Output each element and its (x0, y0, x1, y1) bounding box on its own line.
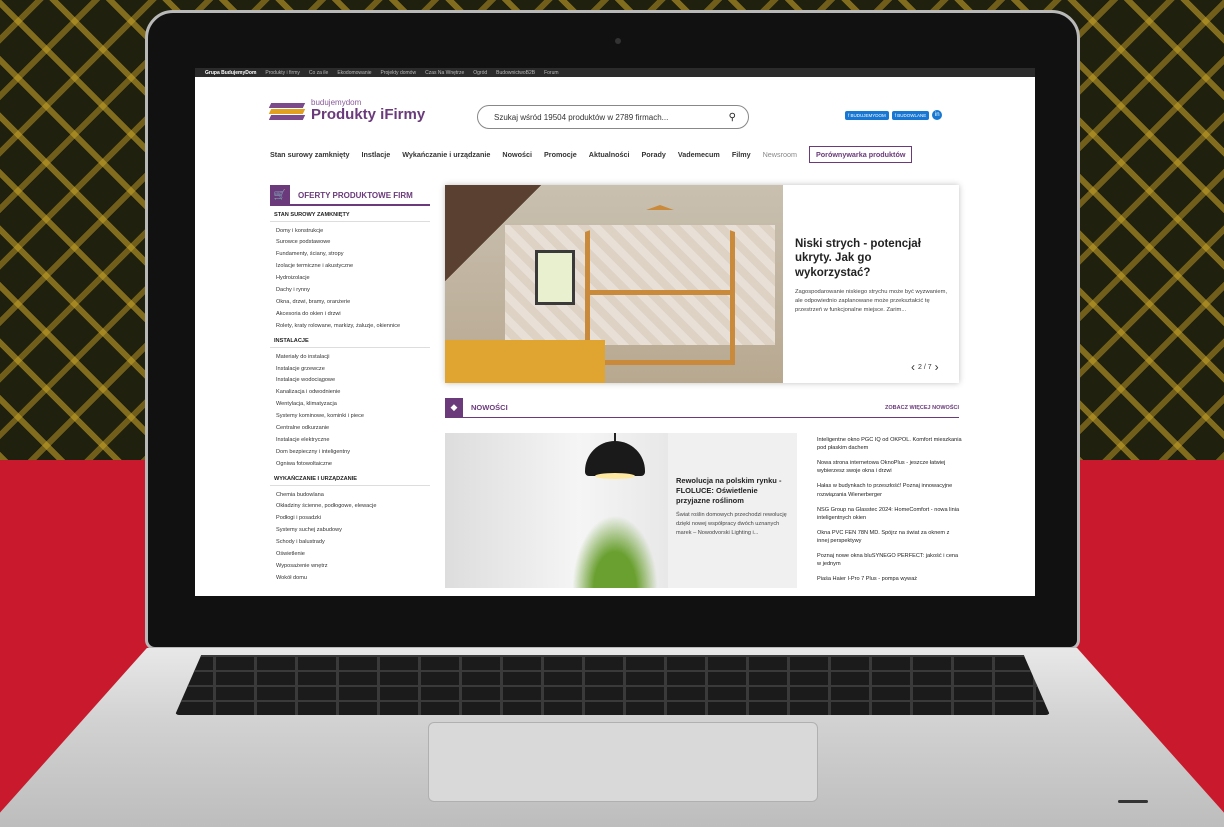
topbar-link[interactable]: Projekty domów (381, 70, 417, 76)
news-list-item[interactable]: NSG Group na Glasstec 2024: HomeComfort … (817, 506, 962, 522)
sidebar-item[interactable]: Kanalizacja i odwodnienie (270, 387, 430, 399)
sidebar-item[interactable]: Akcesoria do okien i drzwi (270, 308, 430, 320)
cart-icon: 🛒 (270, 185, 290, 205)
topbar-link[interactable]: Czas Na Wnętrze (425, 70, 464, 76)
sidebar-section-title[interactable]: WYKAŃCZANIE I URZĄDZANIE (270, 470, 430, 486)
site-header: budujemydom Produkty iFirmy Szukaj wśród… (195, 77, 1035, 129)
social-links: f BUDUJEMYDOM f BUDOWLANE in (845, 110, 943, 120)
sidebar-title: OFERTY PRODUKTOWE FIRM (298, 190, 413, 200)
search-input[interactable]: Szukaj wśród 19504 produktów w 2789 firm… (477, 105, 749, 129)
news-icon: ◆ (445, 397, 463, 418)
trackpad (428, 722, 818, 802)
news-list-item[interactable]: Poznaj nowe okna bluSYNEGO PERFECT: jako… (817, 552, 962, 568)
sidebar: 🛒 OFERTY PRODUKTOWE FIRM STAN SUROWY ZAM… (270, 185, 430, 584)
site-logo[interactable]: budujemydom Produkty iFirmy (268, 99, 426, 123)
logo-big-text: Produkty iFirmy (311, 106, 426, 123)
topbar-link[interactable]: Ogród (473, 70, 487, 76)
news-list-item[interactable]: Piaśa Haier I-Pro 7 Plus - pompa wyważ (817, 575, 962, 583)
keyboard (175, 655, 1050, 715)
webcam (615, 38, 621, 44)
sidebar-item[interactable]: Dom bezpieczny i inteligentny (270, 446, 430, 458)
news-list-item[interactable]: Nowa strona internetowa OknoPlus - jeszc… (817, 459, 962, 475)
main-nav: Stan surowy zamknięty Instlacje Wykańcza… (270, 146, 970, 163)
top-bar: Grupa BudujemyDom Produkty i firmy Co za… (195, 68, 1035, 77)
news-card-title[interactable]: Rewolucja na polskim rynku - FLOLUCE: Oś… (676, 476, 790, 505)
news-card[interactable]: Rewolucja na polskim rynku - FLOLUCE: Oś… (445, 433, 797, 588)
website-screen: Grupa BudujemyDom Produkty i firmy Co za… (195, 68, 1035, 596)
topbar-link[interactable]: Forum (544, 70, 558, 76)
laptop-notch (1118, 800, 1148, 803)
sidebar-item[interactable]: Podłogi i posadzki (270, 513, 430, 525)
logo-icon (268, 101, 306, 121)
sidebar-item[interactable]: Wokół domu (270, 572, 430, 584)
topbar-link[interactable]: Ekodomowanie (337, 70, 371, 76)
sidebar-item[interactable]: Okładziny ścienne, podłogowe, elewacje (270, 501, 430, 513)
featured-image[interactable] (445, 185, 783, 383)
news-list: Inteligentne okno PGC IQ od OKPOL. Komfo… (817, 436, 962, 590)
news-card-description: Świat roślin domowych przechodzi rewoluc… (676, 512, 787, 536)
nav-item[interactable]: Stan surowy zamknięty (270, 150, 350, 159)
topbar-link[interactable]: Produkty i firmy (265, 70, 299, 76)
news-list-item[interactable]: Okna PVC FEN 78N MD. Spójrz na świat za … (817, 529, 962, 545)
nav-item[interactable]: Promocje (544, 150, 577, 159)
sidebar-item[interactable]: Ogniwa fotowoltaiczne (270, 458, 430, 470)
news-list-item[interactable]: Inteligentne okno PGC IQ od OKPOL. Komfo… (817, 436, 962, 452)
nav-item[interactable]: Wykańczanie i urządzanie (402, 150, 490, 159)
sidebar-section-title[interactable]: STAN SUROWY ZAMKNIĘTY (270, 206, 430, 222)
topbar-link[interactable]: BudownictwoB2B (496, 70, 535, 76)
sidebar-item[interactable]: Hydroizolacje (270, 273, 430, 285)
sidebar-item[interactable]: Izolacje termiczne i akustyczne (270, 261, 430, 273)
nav-newsroom[interactable]: Newsroom (763, 150, 797, 159)
sidebar-item[interactable]: Instalacje grzewcze (270, 363, 430, 375)
news-image[interactable] (445, 433, 668, 588)
sidebar-item[interactable]: Centralne odkurzanie (270, 422, 430, 434)
sidebar-item[interactable]: Schody i balustrady (270, 536, 430, 548)
linkedin-icon[interactable]: in (932, 110, 943, 120)
sidebar-item[interactable]: Systemy suchej zabudowy (270, 525, 430, 537)
nav-item[interactable]: Nowości (502, 150, 532, 159)
sidebar-section-title[interactable]: INSTALACJE (270, 332, 430, 349)
sidebar-item[interactable]: Rolety, kraty rolowane, markizy, żaluzje… (270, 320, 430, 332)
search-placeholder: Szukaj wśród 19504 produktów w 2789 firm… (494, 112, 669, 122)
slide-counter: 2 / 7 (918, 363, 932, 371)
sidebar-item[interactable]: Materiały do instalacji (270, 351, 430, 363)
sidebar-item[interactable]: Instalacje elektryczne (270, 434, 430, 446)
nav-item[interactable]: Instlacje (362, 150, 391, 159)
featured-description: Zagospodarowanie niskiego strychu może b… (795, 289, 948, 314)
featured-article[interactable]: Niski strych - potencjał ukryty. Jak go … (445, 185, 959, 383)
sidebar-item[interactable]: Domy i konstrukcje (270, 225, 430, 237)
sidebar-item[interactable]: Okna, drzwi, bramy, oranżerie (270, 296, 430, 308)
facebook-button[interactable]: f BUDUJEMYDOM (845, 110, 889, 120)
sidebar-item[interactable]: Instalacje wodociągowe (270, 375, 430, 387)
featured-title[interactable]: Niski strych - potencjał ukryty. Jak go … (795, 237, 950, 280)
news-title: NOWOŚCI (471, 403, 508, 412)
compare-products-button[interactable]: Porównywarka produktów (808, 146, 913, 163)
search-icon[interactable]: ⚲ (729, 112, 736, 123)
nav-item[interactable]: Porady (642, 150, 666, 159)
sidebar-item[interactable]: Oświetlenie (270, 548, 430, 560)
prev-slide-icon[interactable]: ‹ (911, 360, 915, 374)
news-section-header: ◆ NOWOŚCI ZOBACZ WIĘCEJ NOWOŚCI (445, 397, 959, 418)
sidebar-item[interactable]: Fundamenty, ściany, stropy (270, 249, 430, 261)
sidebar-item[interactable]: Wentylacja, klimatyzacja (270, 399, 430, 411)
sidebar-item[interactable]: Surowce podstawowe (270, 237, 430, 249)
topbar-link[interactable]: Co za ile (309, 70, 328, 76)
nav-item[interactable]: Filmy (732, 150, 751, 159)
next-slide-icon[interactable]: › (935, 360, 939, 374)
sidebar-item[interactable]: Dachy i rynny (270, 284, 430, 296)
sidebar-item[interactable]: Systemy kominowe, kominki i piece (270, 410, 430, 422)
news-list-item[interactable]: Hałas w budynkach to przeszłość! Poznaj … (817, 482, 962, 498)
sidebar-item[interactable]: Wyposażenie wnętrz (270, 560, 430, 572)
slider-pager: ‹ 2 / 7 › (911, 360, 939, 374)
sidebar-item[interactable]: Chemia budowlana (270, 489, 430, 501)
nav-item[interactable]: Aktualności (589, 150, 630, 159)
sidebar-header: 🛒 OFERTY PRODUKTOWE FIRM (270, 185, 430, 206)
topbar-brand[interactable]: Grupa BudujemyDom (205, 70, 256, 76)
nav-item[interactable]: Vademecum (678, 150, 720, 159)
facebook-button[interactable]: f BUDOWLANE (891, 110, 930, 120)
see-more-news-link[interactable]: ZOBACZ WIĘCEJ NOWOŚCI (885, 405, 959, 411)
